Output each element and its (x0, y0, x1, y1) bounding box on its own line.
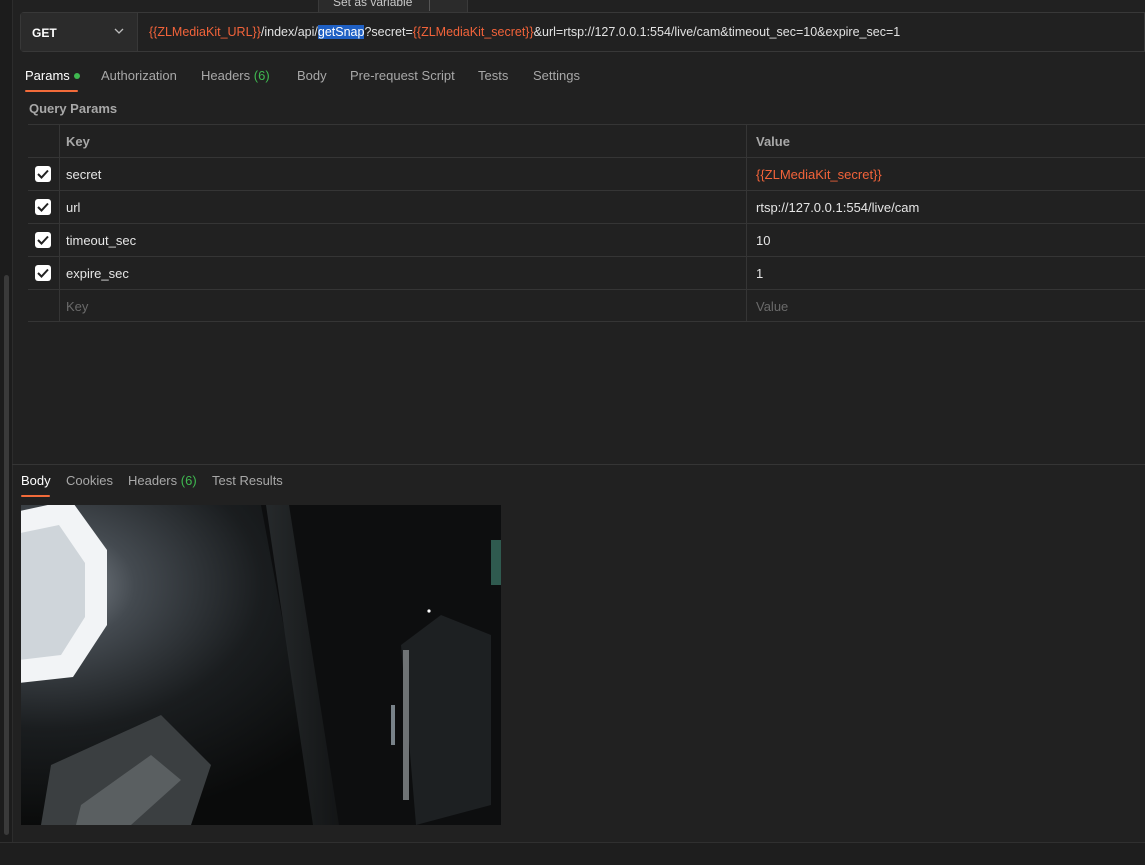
tab-pre-request-script-label: Pre-request Script (350, 68, 455, 83)
tab-tests[interactable]: Tests (478, 68, 508, 83)
tab-response-headers[interactable]: Headers (6) (128, 473, 197, 488)
url-input[interactable]: {{ZLMediaKit_URL}}/index/api/getSnap?sec… (149, 25, 900, 39)
checkmark-icon (37, 268, 49, 278)
checkmark-icon (37, 169, 49, 179)
param-value[interactable]: 10 (756, 233, 770, 248)
column-divider (746, 224, 747, 256)
request-url-bar: GET {{ZLMediaKit_URL}}/index/api/getSnap… (20, 12, 1145, 52)
checkmark-icon (37, 235, 49, 245)
url-variable-secret: {{ZLMediaKit_secret}} (412, 25, 534, 39)
tab-response-body-label: Body (21, 473, 51, 488)
tab-body[interactable]: Body (297, 68, 327, 83)
header-check-cell (28, 125, 60, 157)
url-selected-text: getSnap (317, 25, 365, 39)
tab-cookies-label: Cookies (66, 473, 113, 488)
tab-response-body[interactable]: Body (21, 473, 51, 488)
table-row: expire_sec 1 (28, 256, 1145, 289)
query-params-title: Query Params (29, 101, 118, 116)
chevron-down-icon (114, 28, 124, 34)
active-tab-indicator (25, 90, 78, 92)
param-key[interactable]: expire_sec (66, 266, 129, 281)
column-divider (746, 191, 747, 223)
param-checkbox[interactable] (35, 199, 51, 215)
param-checkbox[interactable] (35, 166, 51, 182)
status-bar (0, 842, 1145, 865)
table-row: timeout_sec 10 (28, 223, 1145, 256)
new-value-input[interactable]: Value (756, 299, 788, 314)
tab-settings-label: Settings (533, 68, 580, 83)
check-cell (28, 158, 60, 190)
tooltip-divider (429, 0, 430, 11)
check-cell (28, 257, 60, 289)
tab-tests-label: Tests (478, 68, 509, 83)
column-divider (746, 257, 747, 289)
url-path: /index/api/ (260, 25, 318, 39)
table-row: secret {{ZLMediaKit_secret}} (28, 157, 1145, 190)
tab-body-label: Body (297, 68, 327, 83)
tooltip-label: Set as variable (333, 0, 413, 9)
tab-headers-label: Headers (201, 68, 251, 83)
table-row: url rtsp://127.0.0.1:554/live/cam (28, 190, 1145, 223)
param-key[interactable]: url (66, 200, 80, 215)
check-cell (28, 290, 60, 322)
tab-response-headers-count: (6) (180, 473, 197, 488)
left-scrollbar-thumb[interactable] (4, 275, 9, 835)
checkmark-icon (37, 202, 49, 212)
tab-cookies[interactable]: Cookies (66, 473, 113, 488)
param-value[interactable]: 1 (756, 266, 763, 281)
tab-response-headers-label: Headers (128, 473, 178, 488)
check-cell (28, 224, 60, 256)
column-divider (746, 125, 747, 157)
tab-pre-request-script[interactable]: Pre-request Script (350, 68, 455, 83)
table-header-row: Key Value (28, 124, 1145, 157)
url-query-start: ?secret= (364, 25, 413, 39)
param-value[interactable]: rtsp://127.0.0.1:554/live/cam (756, 200, 919, 215)
url-variable-base: {{ZLMediaKit_URL}} (149, 25, 261, 39)
left-scrollbar[interactable] (0, 0, 13, 864)
table-row-empty: Key Value (28, 289, 1145, 322)
active-response-tab-indicator (21, 495, 50, 497)
camera-snapshot-graphic (21, 505, 501, 825)
column-divider (746, 158, 747, 190)
key-column-header: Key (66, 134, 90, 149)
new-key-input[interactable]: Key (66, 299, 88, 314)
value-column-header: Value (756, 134, 790, 149)
tab-params[interactable]: Params (25, 68, 80, 83)
param-key[interactable]: secret (66, 167, 101, 182)
tab-settings[interactable]: Settings (533, 68, 580, 83)
params-active-dot (73, 72, 80, 79)
tab-headers[interactable]: Headers (6) (201, 68, 270, 83)
url-query-rest: &url=rtsp://127.0.0.1:554/live/cam&timeo… (533, 25, 901, 39)
tab-test-results-label: Test Results (212, 473, 283, 488)
pane-divider[interactable] (12, 464, 1145, 465)
param-checkbox[interactable] (35, 265, 51, 281)
method-select[interactable]: GET (21, 13, 138, 51)
tab-authorization[interactable]: Authorization (101, 68, 177, 83)
param-checkbox[interactable] (35, 232, 51, 248)
method-label: GET (32, 26, 57, 40)
column-divider (746, 290, 747, 322)
check-cell (28, 191, 60, 223)
snapshot-image (21, 505, 501, 825)
tab-authorization-label: Authorization (101, 68, 177, 83)
tab-headers-count: (6) (253, 68, 270, 83)
tab-test-results[interactable]: Test Results (212, 473, 283, 488)
param-key[interactable]: timeout_sec (66, 233, 136, 248)
param-value[interactable]: {{ZLMediaKit_secret}} (756, 167, 882, 182)
tab-params-label: Params (25, 68, 70, 83)
